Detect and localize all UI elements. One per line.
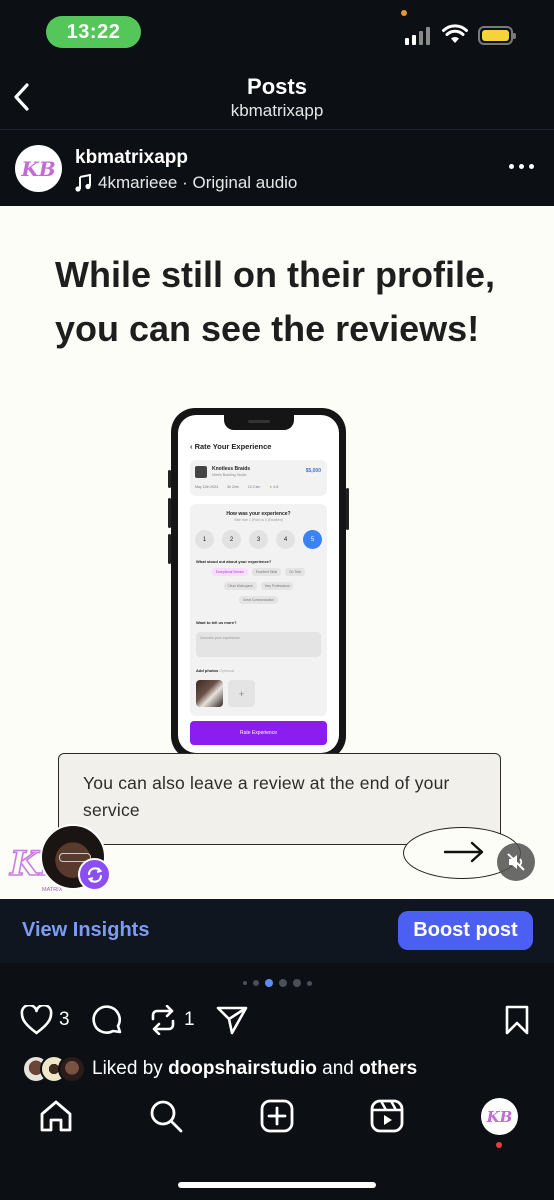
repost-count: 1: [184, 1009, 195, 1030]
carousel-dot: [292, 979, 301, 987]
cellular-signal-icon: [405, 27, 430, 45]
liked-by-row[interactable]: Liked by doopshairstudio and others: [22, 1055, 417, 1083]
like-count: 3: [59, 1009, 70, 1030]
speaker-muted-icon: [507, 853, 525, 871]
author-avatar[interactable]: KB: [15, 145, 62, 192]
home-icon[interactable]: [38, 1098, 74, 1134]
boost-post-button[interactable]: Boost post: [398, 911, 533, 950]
comment-icon: [92, 1005, 122, 1034]
audio-label: 4kmarieee · Original audio: [98, 173, 298, 192]
carousel-indicator: [0, 979, 554, 987]
phone-screen: ‹ Rate Your Experience Knotless Braids M…: [178, 415, 339, 753]
author-username[interactable]: kbmatrixapp: [75, 147, 188, 169]
music-note-icon: [75, 174, 91, 192]
posts-header: Posts kbmatrixapp: [0, 62, 554, 130]
status-time[interactable]: 13:22: [46, 16, 141, 48]
create-icon[interactable]: [259, 1098, 295, 1134]
privacy-indicator-dot: [401, 10, 407, 16]
carousel-dot: [278, 979, 287, 987]
like-action[interactable]: 3: [20, 1005, 70, 1035]
screen-title: ‹ Rate Your Experience: [190, 442, 272, 451]
carousel-dot: [242, 981, 247, 985]
svg-text:MATRIX: MATRIX: [42, 887, 63, 893]
view-insights-link[interactable]: View Insights: [22, 919, 149, 942]
heart-icon: [20, 1005, 53, 1035]
bookmark-icon: [505, 1005, 529, 1035]
search-icon[interactable]: [148, 1098, 184, 1134]
reels-icon[interactable]: [369, 1098, 405, 1134]
insights-bar: View Insights Boost post: [0, 899, 554, 963]
home-indicator: [178, 1182, 376, 1188]
page-subtitle: kbmatrixapp: [230, 101, 324, 120]
page-title: Posts: [247, 74, 307, 99]
notification-dot: [496, 1142, 502, 1148]
send-icon: [216, 1006, 248, 1035]
carousel-dot: [252, 980, 259, 986]
status-bar: 13:22: [0, 0, 554, 62]
wifi-icon: [442, 24, 468, 43]
liked-by-prefix: Liked by: [92, 1058, 163, 1079]
post-author-row: KB kbmatrixapp 4kmarieee · Original audi…: [0, 131, 554, 206]
liked-by-user[interactable]: doopshairstudio: [168, 1058, 317, 1080]
comment-action[interactable]: [92, 1005, 124, 1037]
liker-avatars: [22, 1055, 88, 1083]
bottom-tab-bar: KB: [0, 1082, 554, 1200]
save-action[interactable]: [504, 1005, 530, 1035]
rate-experience-mock-button: Rate Experience: [190, 721, 327, 745]
share-action[interactable]: [216, 1005, 248, 1035]
service-card: Knotless Braids Mimi's Braiding Studio $…: [190, 460, 327, 496]
repost-icon: [151, 1005, 175, 1035]
repost-action[interactable]: 1: [148, 1005, 195, 1035]
post-heading: While still on their profile, you can se…: [55, 254, 496, 349]
carousel-dot-active: [264, 979, 273, 987]
phone-mockup: ‹ Rate Your Experience Knotless Braids M…: [168, 408, 349, 760]
carousel-dot: [306, 980, 312, 986]
audio-info[interactable]: 4kmarieee · Original audio: [75, 173, 297, 193]
rating-panel: How was your experience? Rate from 1 (Po…: [190, 504, 327, 716]
mute-button[interactable]: [497, 843, 535, 881]
avatar-logo-text: KB: [21, 156, 56, 181]
remix-icon[interactable]: [78, 858, 111, 891]
rating-scale: 1 2 3 4 5: [195, 530, 322, 549]
liked-by-others[interactable]: others: [359, 1058, 417, 1080]
post-image[interactable]: While still on their profile, you can se…: [0, 206, 554, 899]
battery-icon: [478, 26, 516, 45]
post-actions: 3 1: [0, 1000, 554, 1046]
liked-by-middle: and: [322, 1058, 354, 1079]
more-options-icon[interactable]: [509, 164, 534, 169]
profile-tab-avatar[interactable]: KB: [481, 1098, 518, 1135]
